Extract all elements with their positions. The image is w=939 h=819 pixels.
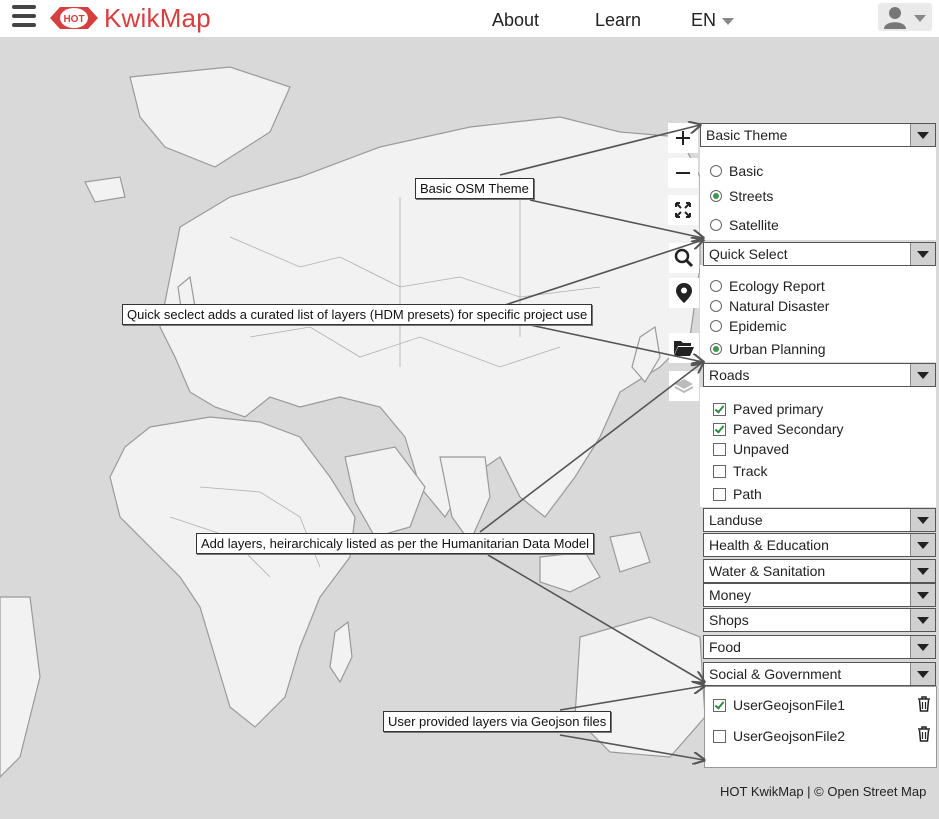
callout-user-layers: User provided layers via Geojson files — [383, 711, 612, 732]
annotation-arrows — [479, 0, 939, 819]
callout-add-layers: Add layers, heirarchicaly listed as per … — [196, 533, 595, 554]
callout-theme: Basic OSM Theme — [415, 178, 534, 199]
attribution: HOT KwikMap | © Open Street Map — [720, 784, 927, 799]
callout-quick-select: Quick seclect adds a curated list of lay… — [122, 304, 593, 325]
